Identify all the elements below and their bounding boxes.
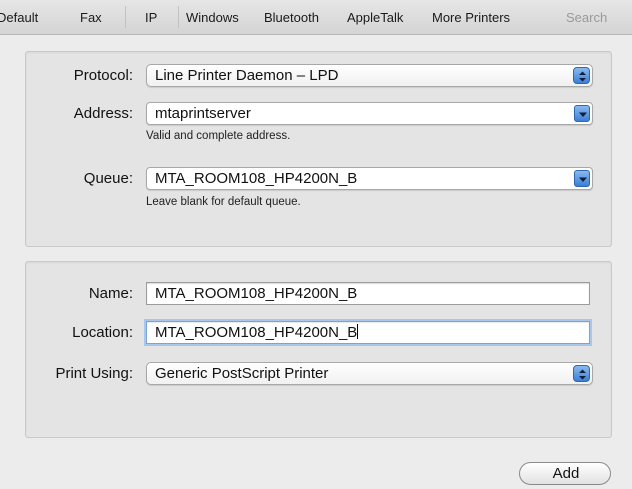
- tab-default[interactable]: Default: [0, 10, 38, 25]
- tab-fax[interactable]: Fax: [80, 10, 102, 25]
- toolbar-separator: [178, 6, 179, 28]
- queue-label: Queue:: [83, 170, 133, 187]
- queue-combo[interactable]: MTA_ROOM108_HP4200N_B: [146, 167, 593, 190]
- chevron-down-icon[interactable]: [574, 105, 590, 122]
- print-using-value: Generic PostScript Printer: [155, 365, 329, 382]
- protocol-label: Protocol:: [73, 67, 133, 84]
- location-label: Location:: [72, 324, 133, 341]
- updown-arrows-icon: [573, 365, 590, 382]
- name-label: Name:: [88, 285, 133, 302]
- printer-details-group: Name: MTA_ROOM108_HP4200N_B Location: MT…: [25, 261, 612, 438]
- protocol-value: Line Printer Daemon – LPD: [155, 67, 339, 84]
- address-hint: Valid and complete address.: [146, 130, 291, 142]
- print-using-popup[interactable]: Generic PostScript Printer: [146, 362, 593, 385]
- queue-value: MTA_ROOM108_HP4200N_B: [155, 170, 358, 187]
- name-field[interactable]: MTA_ROOM108_HP4200N_B: [146, 282, 590, 305]
- tab-bluetooth[interactable]: Bluetooth: [264, 10, 319, 25]
- name-value: MTA_ROOM108_HP4200N_B: [155, 285, 358, 302]
- protocol-popup[interactable]: Line Printer Daemon – LPD: [146, 64, 593, 87]
- add-button[interactable]: Add: [519, 462, 611, 485]
- toolbar-separator: [125, 6, 126, 28]
- location-field[interactable]: MTA_ROOM108_HP4200N_B: [146, 321, 590, 344]
- chevron-down-icon[interactable]: [574, 170, 590, 187]
- print-using-label: Print Using:: [55, 365, 133, 382]
- tab-more-printers[interactable]: More Printers: [432, 10, 510, 25]
- location-value: MTA_ROOM108_HP4200N_B: [155, 324, 358, 341]
- printer-type-toolbar: Default Fax IP Windows Bluetooth AppleTa…: [0, 0, 632, 35]
- tab-appletalk[interactable]: AppleTalk: [347, 10, 403, 25]
- queue-hint: Leave blank for default queue.: [146, 196, 301, 208]
- tab-windows[interactable]: Windows: [186, 10, 239, 25]
- text-caret: [357, 324, 359, 339]
- address-value: mtaprintserver: [155, 105, 251, 122]
- updown-arrows-icon: [573, 67, 590, 84]
- address-label: Address:: [73, 105, 133, 122]
- address-combo[interactable]: mtaprintserver: [146, 102, 593, 125]
- search-field[interactable]: Search: [566, 10, 607, 25]
- tab-ip[interactable]: IP: [145, 10, 157, 25]
- connection-group: Protocol: Line Printer Daemon – LPD Addr…: [25, 51, 612, 247]
